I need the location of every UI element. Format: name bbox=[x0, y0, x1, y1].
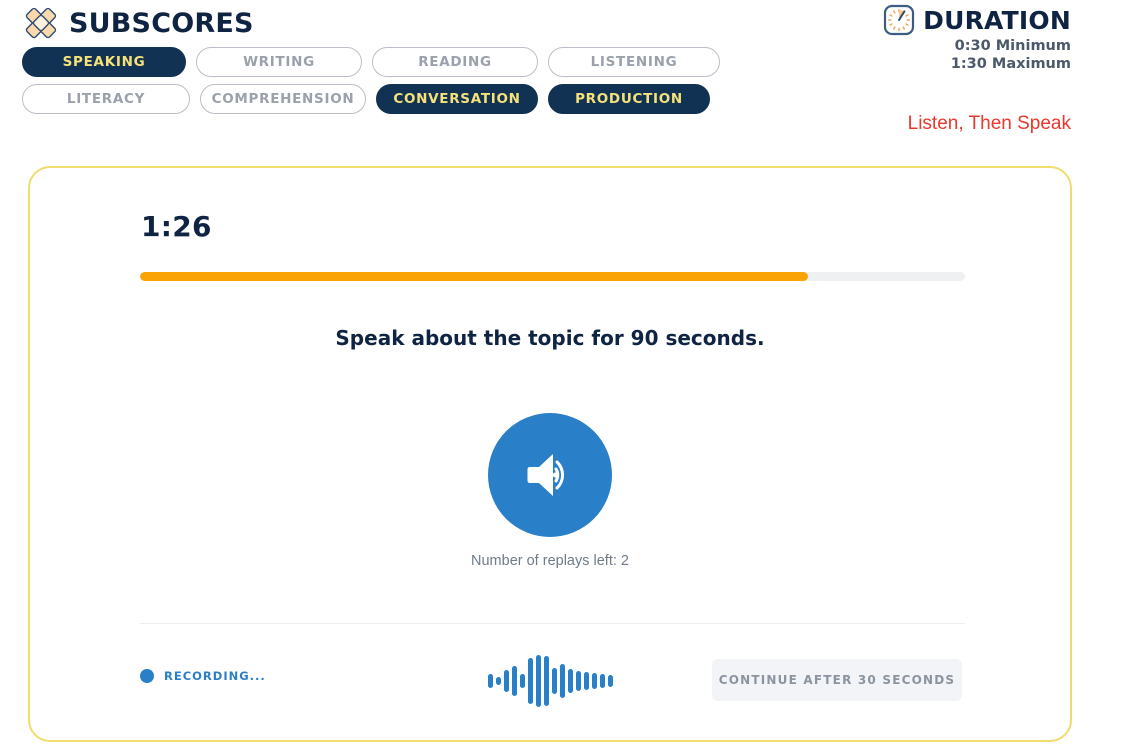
subscores-label: SUBSCORES bbox=[69, 7, 254, 39]
duration-title-row: DURATION bbox=[883, 3, 1071, 37]
tab-production[interactable]: PRODUCTION bbox=[548, 84, 710, 114]
progress-bar-fill bbox=[140, 272, 809, 281]
task-type-label: Listen, Then Speak bbox=[907, 113, 1071, 134]
tab-literacy[interactable]: LITERACY bbox=[22, 84, 190, 114]
waveform-bar bbox=[583, 672, 589, 690]
duration-maximum: 1:30 Maximum bbox=[950, 56, 1071, 72]
clock-icon bbox=[883, 4, 915, 36]
tab-writing[interactable]: WRITING bbox=[196, 47, 362, 77]
waveform-bar bbox=[511, 666, 517, 696]
waveform-bar bbox=[567, 669, 573, 693]
header: SUBSCORES SPEAKING WRITING READING LISTE… bbox=[0, 0, 1121, 150]
progress-bar-track bbox=[140, 272, 965, 281]
countdown-timer: 1:26 bbox=[141, 210, 212, 243]
waveform-bar bbox=[519, 674, 525, 688]
waveform-bar bbox=[591, 673, 597, 689]
waveform-bar bbox=[543, 656, 549, 706]
continue-button[interactable]: CONTINUE AFTER 30 SECONDS bbox=[712, 659, 962, 701]
waveform-bar bbox=[495, 677, 501, 685]
tab-speaking[interactable]: SPEAKING bbox=[22, 47, 186, 77]
subscore-tabs: SPEAKING WRITING READING LISTENING LITER… bbox=[22, 47, 720, 114]
tab-reading[interactable]: READING bbox=[372, 47, 538, 77]
waveform-bar bbox=[503, 670, 509, 692]
waveform-bar bbox=[559, 664, 565, 698]
waveform-bar bbox=[599, 674, 605, 688]
duration-panel: DURATION 0:30 Minimum 1:30 Maximum bbox=[883, 3, 1071, 73]
waveform-bar bbox=[535, 655, 541, 707]
subscores-title-row: SUBSCORES bbox=[22, 2, 720, 44]
waveform-bar bbox=[607, 675, 613, 687]
duration-minimum: 0:30 Minimum bbox=[954, 38, 1071, 54]
waveform-bar bbox=[575, 671, 581, 691]
card-bottom-bar: RECORDING... CONTINUE AFTER 30 SECONDS bbox=[30, 646, 1070, 716]
waveform-bar bbox=[551, 668, 557, 694]
tab-conversation[interactable]: CONVERSATION bbox=[376, 84, 538, 114]
instruction-text: Speak about the topic for 90 seconds. bbox=[335, 326, 765, 350]
subscore-tab-row-2: LITERACY COMPREHENSION CONVERSATION PROD… bbox=[22, 84, 720, 114]
waveform-bar bbox=[487, 674, 493, 688]
replays-left-text: Number of replays left: 2 bbox=[471, 553, 629, 569]
subscores-panel: SUBSCORES SPEAKING WRITING READING LISTE… bbox=[22, 2, 720, 121]
diamond-lattice-logo-icon bbox=[22, 4, 60, 42]
subscore-tab-row-1: SPEAKING WRITING READING LISTENING bbox=[22, 47, 720, 77]
tab-listening[interactable]: LISTENING bbox=[548, 47, 720, 77]
duration-label: DURATION bbox=[923, 5, 1071, 35]
speaker-button-wrap bbox=[30, 413, 1070, 537]
tab-comprehension[interactable]: COMPREHENSION bbox=[200, 84, 366, 114]
speaker-volume-icon bbox=[513, 438, 587, 512]
card-divider bbox=[140, 623, 965, 624]
question-card: 1:26 Speak about the topic for 90 second… bbox=[28, 166, 1072, 742]
waveform-bar bbox=[527, 658, 533, 704]
play-audio-button[interactable] bbox=[488, 413, 612, 537]
